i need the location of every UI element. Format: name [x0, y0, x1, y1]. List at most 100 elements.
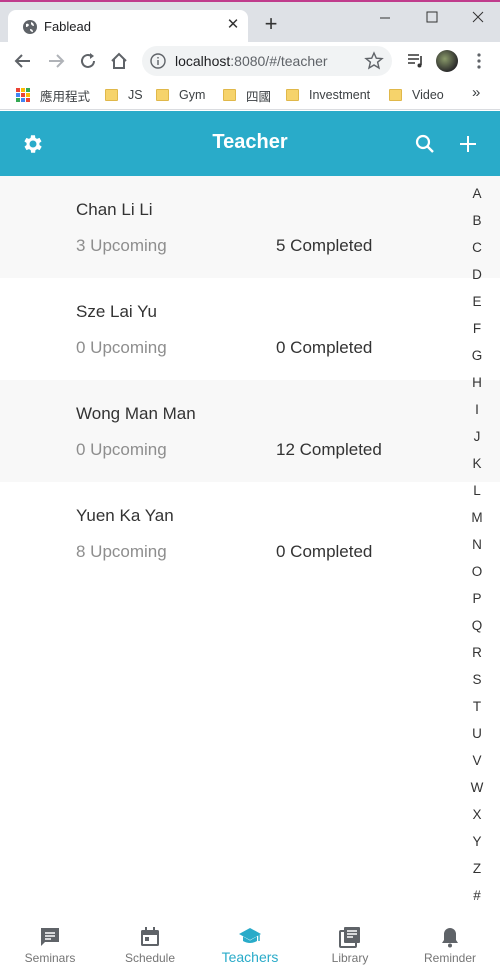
nav-label: Schedule	[124, 951, 176, 965]
nav-schedule[interactable]: Schedule	[100, 918, 200, 973]
back-icon[interactable]	[12, 50, 34, 72]
alphabet-letter[interactable]: F	[462, 315, 492, 342]
tab-close-icon[interactable]: ✕	[224, 16, 242, 34]
alphabet-letter[interactable]: G	[462, 342, 492, 369]
folder-icon	[223, 89, 236, 101]
url-host: localhost	[175, 53, 231, 69]
alphabet-letter[interactable]: Z	[462, 855, 492, 882]
nav-label: Reminder	[423, 951, 477, 965]
add-icon[interactable]	[456, 132, 480, 156]
alphabet-letter[interactable]: W	[462, 774, 492, 801]
completed-count: 0 Completed	[276, 338, 373, 357]
bookmark-gym[interactable]: Gym	[156, 86, 205, 104]
minimize-icon[interactable]	[374, 8, 396, 28]
globe-icon	[23, 20, 37, 34]
browser-titlebar: Fablead ✕ +	[0, 0, 500, 44]
url-text: localhost:8080/#/teacher	[175, 53, 328, 69]
bookmark-apps[interactable]: 應用程式	[16, 86, 90, 104]
teacher-name: Wong Man Man	[76, 404, 196, 423]
bookmark-shikoku[interactable]: 四國	[223, 86, 271, 104]
completed-count: 12 Completed	[276, 440, 382, 459]
more-menu-icon[interactable]	[476, 51, 482, 71]
graduation-cap-icon	[239, 928, 261, 943]
new-tab-button[interactable]: +	[260, 13, 282, 36]
alphabet-letter[interactable]: D	[462, 261, 492, 288]
alphabet-letter[interactable]: V	[462, 747, 492, 774]
alphabet-letter[interactable]: H	[462, 369, 492, 396]
nav-label: Teachers	[221, 949, 279, 965]
alphabet-letter[interactable]: C	[462, 234, 492, 261]
upcoming-count: 8 Upcoming	[76, 542, 167, 561]
alphabet-letter[interactable]: B	[462, 207, 492, 234]
folder-icon	[286, 89, 299, 101]
bookmark-video[interactable]: Video	[389, 86, 444, 104]
more-bookmarks-icon[interactable]: »	[472, 84, 480, 101]
alphabet-letter[interactable]: I	[462, 396, 492, 423]
alphabet-letter[interactable]: S	[462, 666, 492, 693]
alphabet-letter[interactable]: P	[462, 585, 492, 612]
teacher-row[interactable]: Chan Li Li 3 Upcoming 5 Completed	[0, 176, 500, 278]
address-bar[interactable]: localhost:8080/#/teacher	[142, 46, 392, 76]
bottom-nav: Seminars Schedule Teachers Library Remin…	[0, 918, 500, 973]
alphabet-index: A B C D E F G H I J K L M N O P Q R S T …	[462, 180, 492, 909]
alphabet-letter[interactable]: A	[462, 180, 492, 207]
profile-avatar[interactable]	[436, 50, 458, 72]
bookmarks-bar: 應用程式 JS Gym 四國 Investment Video »	[0, 80, 500, 110]
browser-toolbar: localhost:8080/#/teacher	[0, 42, 500, 80]
alphabet-letter[interactable]: R	[462, 639, 492, 666]
bookmark-label: 四國	[246, 89, 272, 104]
search-icon[interactable]	[413, 132, 437, 156]
calendar-icon	[141, 927, 159, 946]
upcoming-count: 0 Upcoming	[76, 338, 167, 357]
bookmark-label: 應用程式	[40, 89, 91, 104]
teacher-row[interactable]: Yuen Ka Yan 8 Upcoming 0 Completed	[0, 482, 500, 584]
alphabet-letter[interactable]: U	[462, 720, 492, 747]
nav-seminars[interactable]: Seminars	[0, 918, 100, 973]
bookmark-investment[interactable]: Investment	[286, 86, 370, 104]
alphabet-letter[interactable]: M	[462, 504, 492, 531]
alphabet-letter[interactable]: Y	[462, 828, 492, 855]
forward-icon[interactable]	[45, 50, 67, 72]
bookmark-label: Video	[412, 88, 444, 102]
alphabet-letter[interactable]: T	[462, 693, 492, 720]
teacher-list: Chan Li Li 3 Upcoming 5 Completed Sze La…	[0, 176, 500, 584]
library-icon	[339, 927, 360, 948]
teacher-row[interactable]: Sze Lai Yu 0 Upcoming 0 Completed	[0, 278, 500, 380]
teacher-name: Yuen Ka Yan	[76, 506, 174, 525]
completed-count: 0 Completed	[276, 542, 373, 561]
bookmark-label: Gym	[179, 88, 206, 102]
alphabet-letter[interactable]: N	[462, 531, 492, 558]
info-icon[interactable]	[150, 53, 166, 69]
nav-teachers[interactable]: Teachers	[200, 918, 300, 973]
close-window-icon[interactable]	[467, 8, 489, 28]
nav-label: Seminars	[24, 951, 76, 965]
tab-title: Fablead	[44, 19, 91, 34]
nav-library[interactable]: Library	[300, 918, 400, 973]
teacher-name: Sze Lai Yu	[76, 302, 157, 321]
alphabet-letter[interactable]: K	[462, 450, 492, 477]
home-icon[interactable]	[108, 50, 130, 72]
browser-tab[interactable]: Fablead ✕	[8, 10, 248, 44]
bookmark-star-icon[interactable]	[364, 51, 384, 71]
reload-icon[interactable]	[77, 50, 99, 72]
maximize-icon[interactable]	[421, 8, 443, 28]
bookmark-js[interactable]: JS	[105, 86, 143, 104]
teacher-name: Chan Li Li	[76, 200, 153, 219]
upcoming-count: 3 Upcoming	[76, 236, 167, 255]
alphabet-letter[interactable]: J	[462, 423, 492, 450]
media-control-icon[interactable]	[406, 51, 426, 71]
folder-icon	[105, 89, 118, 101]
alphabet-letter[interactable]: L	[462, 477, 492, 504]
nav-reminder[interactable]: Reminder	[400, 918, 500, 973]
alphabet-letter[interactable]: O	[462, 558, 492, 585]
folder-icon	[156, 89, 169, 101]
alphabet-letter[interactable]: E	[462, 288, 492, 315]
alphabet-letter[interactable]: X	[462, 801, 492, 828]
upcoming-count: 0 Upcoming	[76, 440, 167, 459]
alphabet-letter[interactable]: #	[462, 882, 492, 909]
apps-icon	[16, 88, 30, 102]
alphabet-letter[interactable]: Q	[462, 612, 492, 639]
bell-icon	[442, 928, 458, 948]
teacher-row[interactable]: Wong Man Man 0 Upcoming 12 Completed	[0, 380, 500, 482]
app-header: Teacher	[0, 111, 500, 176]
